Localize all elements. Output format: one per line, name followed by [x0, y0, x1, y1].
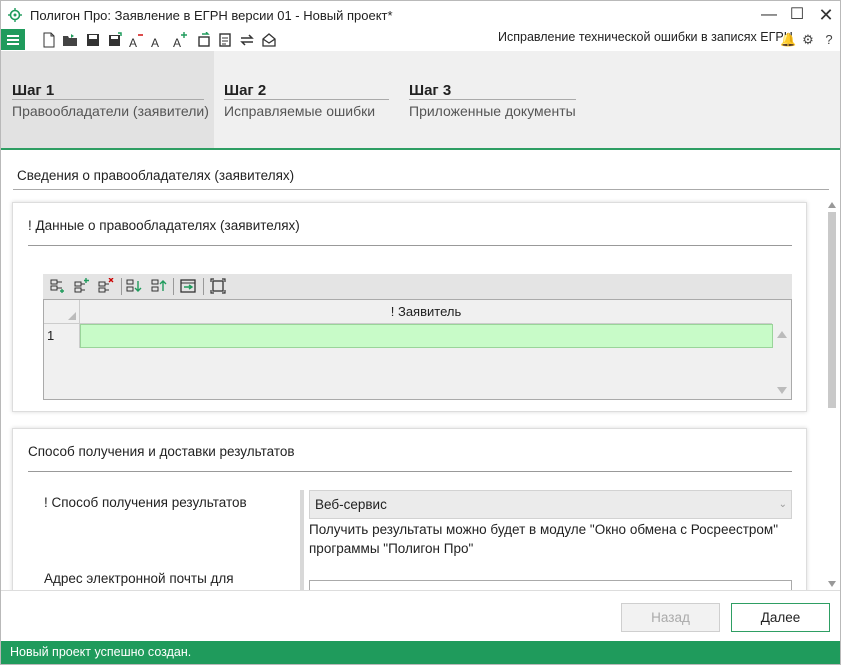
close-button[interactable]: ✕: [816, 5, 836, 25]
step-divider: [409, 99, 576, 100]
window-title: Полигон Про: Заявление в ЕГРН версии 01 …: [30, 8, 393, 23]
step-1-tab[interactable]: Шаг 1 Правообладатели (заявители): [1, 51, 214, 148]
step-3-tab[interactable]: Шаг 3 Приложенные документы: [399, 51, 589, 148]
scroll-down-arrow-icon[interactable]: [777, 387, 787, 394]
open-folder-icon[interactable]: [62, 32, 78, 48]
chevron-down-icon: ⌄: [778, 499, 787, 510]
grid-row-number: 1: [44, 324, 80, 348]
grid-cell-applicant[interactable]: [80, 324, 773, 348]
method-select[interactable]: Веб-сервис ⌄: [309, 490, 792, 519]
step-title: Правообладатели (заявители): [12, 103, 209, 119]
grid-column-header[interactable]: ! Заявитель: [80, 300, 772, 324]
save-as-icon[interactable]: [107, 32, 123, 48]
font-increase-icon[interactable]: A: [172, 32, 188, 48]
field-separator-bar: [300, 490, 304, 590]
method-hint: Получить результаты можно будет в модуле…: [309, 522, 778, 556]
font-decrease-icon[interactable]: A: [128, 32, 144, 48]
svg-text:A: A: [173, 36, 181, 48]
wizard-steps: Шаг 1 Правообладатели (заявители) Шаг 2 …: [1, 51, 840, 150]
back-button[interactable]: Назад: [621, 603, 720, 632]
delivery-panel: Способ получения и доставки результатов …: [12, 428, 807, 590]
title-bar: Полигон Про: Заявление в ЕГРН версии 01 …: [1, 1, 840, 29]
minimize-button[interactable]: —: [759, 5, 779, 25]
step-divider: [224, 99, 389, 100]
step-title: Приложенные документы: [409, 103, 576, 119]
new-document-icon[interactable]: [41, 32, 57, 48]
next-button[interactable]: Далее: [731, 603, 830, 632]
panel-divider: [28, 471, 792, 472]
scroll-up-arrow-icon[interactable]: [828, 202, 836, 208]
scroll-down-arrow-icon[interactable]: [828, 581, 836, 587]
scrollbar-thumb[interactable]: [828, 212, 836, 408]
envelope-icon[interactable]: [261, 32, 277, 48]
method-label: ! Способ получения результатов: [44, 495, 247, 510]
footer-bar: Назад Далее: [1, 590, 840, 641]
fit-icon[interactable]: [210, 278, 226, 294]
method-select-value: Веб-сервис: [315, 497, 387, 512]
bell-icon[interactable]: 🔔: [780, 32, 796, 48]
hamburger-menu-button[interactable]: [1, 29, 25, 50]
maximize-button[interactable]: ☐: [787, 5, 807, 25]
refresh-icon[interactable]: [196, 32, 212, 48]
content-area: Сведения о правообладателях (заявителях)…: [1, 152, 840, 590]
applicants-panel-title: ! Данные о правообладателях (заявителях): [28, 218, 300, 233]
app-logo-icon: [8, 8, 22, 22]
list-icon[interactable]: [217, 32, 233, 48]
email-field[interactable]: [309, 580, 792, 590]
toolbar-separator: [173, 278, 174, 295]
step-number: Шаг 1: [12, 82, 55, 99]
svg-text:A: A: [151, 36, 159, 48]
step-number: Шаг 3: [409, 82, 452, 99]
import-icon[interactable]: [180, 278, 196, 294]
settings-icon[interactable]: ⚙: [800, 32, 816, 48]
move-down-icon[interactable]: [126, 278, 142, 294]
delete-row-icon[interactable]: [98, 278, 114, 294]
scroll-up-arrow-icon[interactable]: [777, 331, 787, 338]
grid-toolbar: [43, 274, 792, 299]
help-icon[interactable]: ?: [821, 32, 837, 48]
save-icon[interactable]: [85, 32, 101, 48]
exchange-icon[interactable]: [239, 32, 255, 48]
step-number: Шаг 2: [224, 82, 267, 99]
step-2-tab[interactable]: Шаг 2 Исправляемые ошибки: [214, 51, 399, 148]
delivery-panel-title: Способ получения и доставки результатов: [28, 444, 295, 459]
main-toolbar: A A A Исправление технической ошибки в з…: [1, 29, 840, 51]
applicants-panel: ! Данные о правообладателях (заявителях)…: [12, 202, 807, 412]
section-divider: [13, 189, 829, 190]
add-row-icon[interactable]: [50, 278, 66, 294]
applicants-grid: ! Заявитель 1: [43, 299, 792, 400]
add-row-after-icon[interactable]: [74, 278, 90, 294]
toolbar-separator: [121, 278, 122, 295]
status-bar: Новый проект успешно создан.: [1, 641, 840, 664]
panel-divider: [28, 245, 792, 246]
step-divider: [12, 99, 204, 100]
section-title: Сведения о правообладателях (заявителях): [17, 168, 295, 183]
step-title: Исправляемые ошибки: [224, 103, 376, 119]
grid-corner[interactable]: [44, 300, 80, 324]
move-up-icon[interactable]: [151, 278, 167, 294]
grid-scrollbar[interactable]: [773, 324, 791, 399]
svg-text:A: A: [129, 36, 137, 48]
toolbar-separator: [203, 278, 204, 295]
application-window: Полигон Про: Заявление в ЕГРН версии 01 …: [0, 0, 841, 665]
mode-label: Исправление технической ошибки в записях…: [498, 30, 793, 44]
content-scrollbar[interactable]: [827, 200, 837, 590]
font-normal-icon[interactable]: A: [149, 32, 165, 48]
email-label: Адрес электронной почты для: [44, 571, 234, 586]
